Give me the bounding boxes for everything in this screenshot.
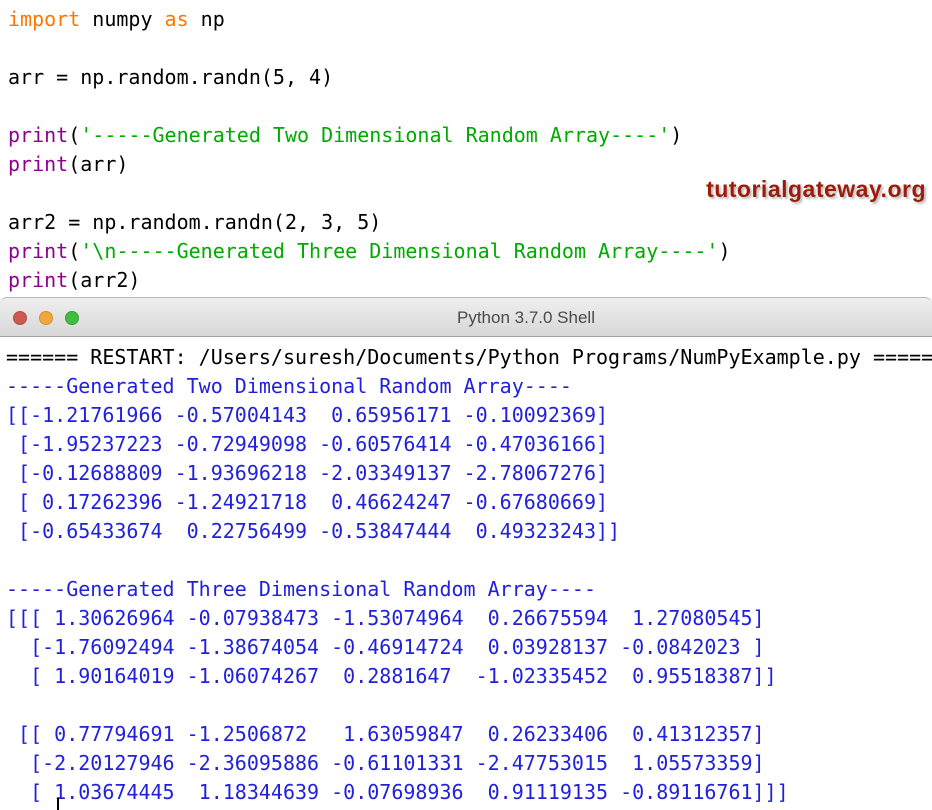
- code-line[interactable]: print(arr): [8, 150, 932, 179]
- shell-output-text: ====== RESTART: /Users/suresh/Documents/…: [6, 343, 932, 807]
- text-cursor: [57, 798, 59, 810]
- shell-line[interactable]: [ 1.90164019 -1.06074267 0.2881647 -1.02…: [6, 662, 932, 691]
- shell-line[interactable]: [[-1.21761966 -0.57004143 0.65956171 -0.…: [6, 401, 932, 430]
- text-token: print: [8, 123, 68, 147]
- shell-output-area[interactable]: ====== RESTART: /Users/suresh/Documents/…: [0, 338, 932, 810]
- shell-window-titlebar[interactable]: Python 3.7.0 Shell: [0, 297, 932, 337]
- shell-line[interactable]: ====== RESTART: /Users/suresh/Documents/…: [6, 343, 932, 372]
- shell-line[interactable]: [6, 546, 932, 575]
- code-line[interactable]: arr = np.random.randn(5, 4): [8, 63, 932, 92]
- text-token: [[ 0.77794691 -1.2506872 1.63059847 0.26…: [6, 722, 765, 746]
- shell-line[interactable]: [-2.20127946 -2.36095886 -0.61101331 -2.…: [6, 749, 932, 778]
- text-token: arr = np.random.randn(5, 4): [8, 65, 333, 89]
- text-token: (: [68, 239, 80, 263]
- text-token: as: [165, 7, 189, 31]
- shell-line[interactable]: [6, 691, 932, 720]
- shell-line[interactable]: [-1.76092494 -1.38674054 -0.46914724 0.0…: [6, 633, 932, 662]
- text-token: np: [189, 7, 225, 31]
- shell-line[interactable]: -----Generated Two Dimensional Random Ar…: [6, 372, 932, 401]
- text-token: [-2.20127946 -2.36095886 -0.61101331 -2.…: [6, 751, 765, 775]
- text-token: [-1.95237223 -0.72949098 -0.60576414 -0.…: [6, 432, 608, 456]
- code-line[interactable]: [8, 92, 932, 121]
- text-token: (: [68, 123, 80, 147]
- watermark: tutorialgateway.org: [706, 176, 926, 203]
- text-token: -----Generated Two Dimensional Random Ar…: [6, 374, 572, 398]
- shell-line[interactable]: [-0.65433674 0.22756499 -0.53847444 0.49…: [6, 517, 932, 546]
- text-token: '-----Generated Two Dimensional Random A…: [80, 123, 670, 147]
- code-line[interactable]: print('\n-----Generated Three Dimensiona…: [8, 237, 932, 266]
- text-token: numpy: [80, 7, 164, 31]
- text-token: -----Generated Three Dimensional Random …: [6, 577, 596, 601]
- code-line[interactable]: print(arr2): [8, 266, 932, 295]
- text-token: arr2 = np.random.randn(2, 3, 5): [8, 210, 381, 234]
- text-token: [-0.65433674 0.22756499 -0.53847444 0.49…: [6, 519, 620, 543]
- text-token: [ 1.90164019 -1.06074267 0.2881647 -1.02…: [6, 664, 777, 688]
- text-token: ): [718, 239, 730, 263]
- text-token: [-1.76092494 -1.38674054 -0.46914724 0.0…: [6, 635, 765, 659]
- text-token: ): [670, 123, 682, 147]
- text-token: (arr2): [68, 268, 140, 292]
- window-title: Python 3.7.0 Shell: [0, 298, 932, 338]
- shell-line[interactable]: [[ 0.77794691 -1.2506872 1.63059847 0.26…: [6, 720, 932, 749]
- text-token: print: [8, 152, 68, 176]
- shell-line[interactable]: [ 0.17262396 -1.24921718 0.46624247 -0.6…: [6, 488, 932, 517]
- code-editor-area[interactable]: import numpy as np arr = np.random.randn(…: [0, 0, 932, 297]
- text-token: [ 0.17262396 -1.24921718 0.46624247 -0.6…: [6, 490, 608, 514]
- text-token: [ 1.03674445 1.18344639 -0.07698936 0.91…: [6, 780, 789, 804]
- text-token: [-0.12688809 -1.93696218 -2.03349137 -2.…: [6, 461, 608, 485]
- text-token: (arr): [68, 152, 128, 176]
- code-line[interactable]: arr2 = np.random.randn(2, 3, 5): [8, 208, 932, 237]
- text-token: [[[ 1.30626964 -0.07938473 -1.53074964 0…: [6, 606, 765, 630]
- code-line[interactable]: [8, 34, 932, 63]
- shell-line[interactable]: [-1.95237223 -0.72949098 -0.60576414 -0.…: [6, 430, 932, 459]
- text-token: print: [8, 268, 68, 292]
- code-line[interactable]: import numpy as np: [8, 5, 932, 34]
- shell-line[interactable]: [[[ 1.30626964 -0.07938473 -1.53074964 0…: [6, 604, 932, 633]
- shell-line[interactable]: [-0.12688809 -1.93696218 -2.03349137 -2.…: [6, 459, 932, 488]
- text-token: [[-1.21761966 -0.57004143 0.65956171 -0.…: [6, 403, 608, 427]
- code-line[interactable]: print('-----Generated Two Dimensional Ra…: [8, 121, 932, 150]
- text-token: ====== RESTART: /Users/suresh/Documents/…: [6, 345, 932, 369]
- shell-line[interactable]: -----Generated Three Dimensional Random …: [6, 575, 932, 604]
- text-token: print: [8, 239, 68, 263]
- text-token: '\n-----Generated Three Dimensional Rand…: [80, 239, 718, 263]
- text-token: import: [8, 7, 80, 31]
- shell-line[interactable]: [ 1.03674445 1.18344639 -0.07698936 0.91…: [6, 778, 932, 807]
